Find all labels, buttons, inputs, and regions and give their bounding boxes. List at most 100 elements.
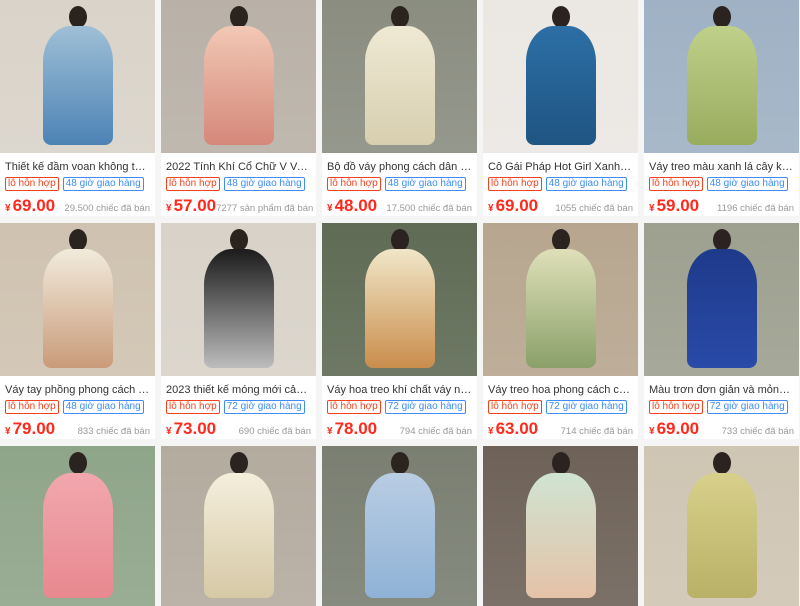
product-image[interactable] bbox=[0, 446, 155, 606]
product-tags: lô hỗn hợp 48 giờ giao hàng bbox=[0, 177, 155, 191]
sold-count: 29.500 chiếc đã bán bbox=[64, 203, 150, 214]
product-image[interactable] bbox=[483, 446, 638, 606]
product-card[interactable] bbox=[0, 446, 155, 606]
model-head bbox=[229, 6, 248, 29]
shipping-time-tag: 48 giờ giao hàng bbox=[223, 177, 305, 191]
product-card[interactable]: Váy treo hoa phong cách cổ đi... lô hỗn h… bbox=[483, 223, 638, 439]
shipping-time-tag: 48 giờ giao hàng bbox=[545, 177, 627, 191]
price: ¥63.00 bbox=[488, 419, 538, 439]
product-title[interactable]: Màu trơn đơn giản và mỏng váy... bbox=[644, 383, 799, 397]
price-row: ¥69.00 29.500 chiếc đã bán bbox=[0, 196, 155, 216]
product-image[interactable] bbox=[0, 0, 155, 153]
model-head bbox=[551, 229, 570, 252]
product-image[interactable] bbox=[161, 223, 316, 376]
model-head bbox=[712, 452, 731, 475]
product-card[interactable] bbox=[322, 446, 477, 606]
product-image[interactable] bbox=[322, 0, 477, 153]
sold-count: 833 chiếc đã bán bbox=[77, 426, 150, 437]
product-title[interactable]: 2023 thiết kế móng mới cảm gi... bbox=[161, 383, 316, 397]
currency-symbol: ¥ bbox=[5, 203, 11, 214]
price: ¥69.00 bbox=[5, 196, 55, 216]
product-image[interactable] bbox=[644, 0, 799, 153]
product-tags: lô hỗn hợp 48 giờ giao hàng bbox=[0, 400, 155, 414]
product-title[interactable]: 2022 Tính Khí Cổ Chữ V Voan H... bbox=[161, 160, 316, 174]
sold-count: 690 chiếc đã bán bbox=[238, 426, 311, 437]
mixed-lot-tag: lô hỗn hợp bbox=[327, 177, 381, 191]
product-title[interactable]: Cô Gái Pháp Hot Girl Xanh Xươn... bbox=[483, 160, 638, 174]
model-head bbox=[390, 229, 409, 252]
product-tags: lô hỗn hợp 48 giờ giao hàng bbox=[161, 177, 316, 191]
product-image[interactable] bbox=[644, 223, 799, 376]
product-tags: lô hỗn hợp 48 giờ giao hàng bbox=[322, 177, 477, 191]
product-card[interactable]: Bộ đồ váy phong cách dân tộc c... lô hỗn … bbox=[322, 0, 477, 216]
product-image[interactable] bbox=[483, 0, 638, 153]
product-image[interactable] bbox=[644, 446, 799, 606]
product-image[interactable] bbox=[161, 0, 316, 153]
product-image[interactable] bbox=[161, 446, 316, 606]
price: ¥69.00 bbox=[649, 419, 699, 439]
price-row: ¥73.00 690 chiếc đã bán bbox=[161, 419, 316, 439]
product-card[interactable] bbox=[644, 446, 799, 606]
currency-symbol: ¥ bbox=[488, 203, 494, 214]
dress-figure bbox=[364, 26, 435, 146]
product-card[interactable]: 2022 Tính Khí Cổ Chữ V Voan H... lô hỗn h… bbox=[161, 0, 316, 216]
product-card[interactable]: Váy treo màu xanh lá cây khí ch... lô hỗn… bbox=[644, 0, 799, 216]
dress-figure bbox=[203, 249, 274, 369]
product-title[interactable]: Váy hoa treo khí chất váy người... bbox=[322, 383, 477, 397]
price-value: 69.00 bbox=[656, 419, 700, 438]
dress-figure bbox=[686, 26, 757, 146]
product-title[interactable]: Váy tay phồng phong cách Trun... bbox=[0, 383, 155, 397]
shipping-time-tag: 72 giờ giao hàng bbox=[545, 400, 627, 414]
mixed-lot-tag: lô hỗn hợp bbox=[166, 177, 220, 191]
model-head bbox=[68, 452, 87, 475]
product-image[interactable] bbox=[0, 223, 155, 376]
product-image[interactable] bbox=[322, 446, 477, 606]
price: ¥48.00 bbox=[327, 196, 377, 216]
model-head bbox=[712, 6, 731, 29]
product-grid: Thiết kế đầm voan không tay m... lô hỗn h… bbox=[0, 0, 800, 606]
sold-count: 17.500 chiếc đã bán bbox=[386, 203, 472, 214]
product-image[interactable] bbox=[322, 223, 477, 376]
shipping-time-tag: 48 giờ giao hàng bbox=[706, 177, 788, 191]
price-value: 48.00 bbox=[334, 196, 378, 215]
product-card[interactable] bbox=[161, 446, 316, 606]
product-card[interactable]: 2023 thiết kế móng mới cảm gi... lô hỗn h… bbox=[161, 223, 316, 439]
product-card[interactable] bbox=[483, 446, 638, 606]
sold-count: 714 chiếc đã bán bbox=[560, 426, 633, 437]
sold-count: 733 chiếc đã bán bbox=[721, 426, 794, 437]
mixed-lot-tag: lô hỗn hợp bbox=[5, 177, 59, 191]
model-head bbox=[712, 229, 731, 252]
currency-symbol: ¥ bbox=[327, 426, 333, 437]
price-value: 69.00 bbox=[495, 196, 539, 215]
price-value: 59.00 bbox=[656, 196, 700, 215]
product-tags: lô hỗn hợp 72 giờ giao hàng bbox=[161, 400, 316, 414]
price-value: 63.00 bbox=[495, 419, 539, 438]
product-title[interactable]: Thiết kế đầm voan không tay m... bbox=[0, 160, 155, 174]
mixed-lot-tag: lô hỗn hợp bbox=[488, 177, 542, 191]
model-head bbox=[390, 6, 409, 29]
price-row: ¥69.00 733 chiếc đã bán bbox=[644, 419, 799, 439]
product-card[interactable]: Váy tay phồng phong cách Trun... lô hỗn h… bbox=[0, 223, 155, 439]
price-value: 57.00 bbox=[173, 196, 217, 215]
dress-figure bbox=[364, 249, 435, 369]
price: ¥78.00 bbox=[327, 419, 377, 439]
product-card[interactable]: Màu trơn đơn giản và mỏng váy... lô hỗn h… bbox=[644, 223, 799, 439]
shipping-time-tag: 72 giờ giao hàng bbox=[384, 400, 466, 414]
shipping-time-tag: 72 giờ giao hàng bbox=[223, 400, 305, 414]
price-row: ¥57.00 7277 sản phẩm đã bán bbox=[161, 196, 316, 216]
model-head bbox=[68, 229, 87, 252]
product-title[interactable]: Váy treo màu xanh lá cây khí ch... bbox=[644, 160, 799, 174]
product-image[interactable] bbox=[483, 223, 638, 376]
dress-figure bbox=[203, 473, 274, 598]
product-card[interactable]: Váy hoa treo khí chất váy người... lô hỗn… bbox=[322, 223, 477, 439]
product-title[interactable]: Váy treo hoa phong cách cổ đi... bbox=[483, 383, 638, 397]
price-row: ¥79.00 833 chiếc đã bán bbox=[0, 419, 155, 439]
price-value: 79.00 bbox=[12, 419, 56, 438]
product-card[interactable]: Thiết kế đầm voan không tay m... lô hỗn h… bbox=[0, 0, 155, 216]
product-title[interactable]: Bộ đồ váy phong cách dân tộc c... bbox=[322, 160, 477, 174]
dress-figure bbox=[525, 249, 596, 369]
product-card[interactable]: Cô Gái Pháp Hot Girl Xanh Xươn... lô hỗn … bbox=[483, 0, 638, 216]
price-value: 73.00 bbox=[173, 419, 217, 438]
price-row: ¥69.00 1055 chiếc đã bán bbox=[483, 196, 638, 216]
price: ¥69.00 bbox=[488, 196, 538, 216]
